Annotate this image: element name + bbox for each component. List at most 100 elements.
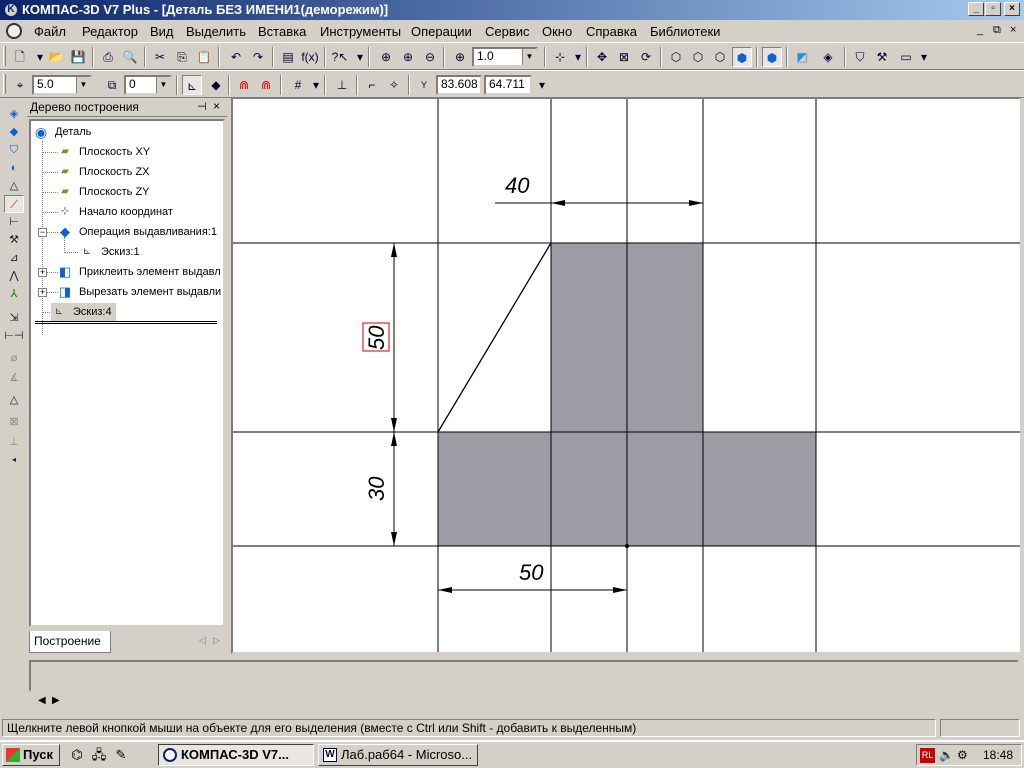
quicklaunch-explorer-icon[interactable]: ⌬ xyxy=(68,746,86,764)
spec-icon[interactable]: ⅄ xyxy=(4,285,24,303)
hidden-thin-icon[interactable]: ⬡ xyxy=(710,47,730,67)
menu-libraries[interactable]: Библиотеки xyxy=(650,24,720,39)
print-icon[interactable]: ⎙ xyxy=(98,47,118,67)
editing-icon[interactable]: ◈ xyxy=(4,105,24,123)
solid-icon[interactable]: ◆ xyxy=(206,75,226,95)
menu-operations[interactable]: Операции xyxy=(411,24,472,39)
document-menu-icon[interactable] xyxy=(6,23,22,39)
tree-header[interactable]: Дерево построения ⊣ × xyxy=(27,97,227,117)
dimension-50-vertical[interactable]: 50 xyxy=(362,243,397,432)
variables-icon[interactable]: f(x) xyxy=(300,47,320,67)
snap-magnet-icon[interactable]: ⋒ xyxy=(234,75,254,95)
pan-icon[interactable]: ✥ xyxy=(592,47,612,67)
dropdown-arrow-icon[interactable]: ▾ xyxy=(306,75,326,95)
maximize-button[interactable]: ▫ xyxy=(985,2,1001,16)
coord-y-field[interactable]: 64.711 xyxy=(484,75,532,95)
close-icon[interactable]: × xyxy=(213,99,220,113)
menu-insert[interactable]: Вставка xyxy=(258,24,306,39)
taskbar-word[interactable]: W Лаб.раб64 - Microso... xyxy=(318,744,478,766)
zoom-out-icon[interactable]: ⊖ xyxy=(420,47,440,67)
chevron-down-icon[interactable]: ▼ xyxy=(156,77,170,93)
hidden-lines-icon[interactable]: ⬡ xyxy=(688,47,708,67)
language-indicator[interactable]: RL xyxy=(920,748,935,763)
tree-node-origin[interactable]: ⊹ Начало координат xyxy=(57,203,173,221)
pin-icon[interactable]: ⊣ xyxy=(197,100,207,113)
dimension-linear-icon[interactable]: ⇲ xyxy=(4,309,24,327)
tree-node-add-extrude[interactable]: ◧ Приклеить элемент выдавл xyxy=(57,263,221,281)
orientation-icon[interactable]: ⊹ xyxy=(550,47,570,67)
mdi-restore-button[interactable]: ⧉ xyxy=(993,24,1001,37)
hatch-tool-icon[interactable]: ⊥ xyxy=(4,433,24,451)
tree-node-plane-xy[interactable]: ▰ Плоскость XY xyxy=(57,143,150,161)
quicklaunch-network-icon[interactable]: 🖧 xyxy=(90,746,108,764)
sketch-svg[interactable]: 40 50 30 50 xyxy=(233,99,1021,653)
model-icon[interactable]: ◈ xyxy=(818,47,838,67)
tree-node-detail[interactable]: ◉ Деталь xyxy=(33,123,92,141)
menu-file[interactable]: Файл xyxy=(34,24,66,39)
print-preview-icon[interactable]: 🔍 xyxy=(120,47,140,67)
toolbar-grip[interactable] xyxy=(3,46,6,66)
minimize-button[interactable]: _ xyxy=(968,2,984,16)
expand-icon[interactable]: + xyxy=(38,288,47,297)
rotate-icon[interactable]: ⟳ xyxy=(636,47,656,67)
mdi-minimize-button[interactable]: _ xyxy=(977,24,983,36)
dimension-angle-icon[interactable]: ∡ xyxy=(4,369,24,387)
grid-icon[interactable]: # xyxy=(288,75,308,95)
dimension-horizontal-icon[interactable]: ⊢⊣ xyxy=(4,327,24,345)
menu-select[interactable]: Выделить xyxy=(186,24,246,39)
volume-icon[interactable]: 🔈 xyxy=(939,748,954,762)
orthogonal-icon[interactable]: ⌐ xyxy=(362,75,382,95)
extrude-tools-icon[interactable]: ◆ xyxy=(4,123,24,141)
screen-icon[interactable]: ▭ xyxy=(896,47,916,67)
tab-construction[interactable]: Построение xyxy=(29,631,111,653)
perspective-icon[interactable]: ◩ xyxy=(792,47,812,67)
open-icon[interactable]: 📂 xyxy=(46,47,66,67)
params-icon[interactable]: ⊿ xyxy=(4,249,24,267)
undo-icon[interactable]: ↶ xyxy=(226,47,246,67)
toolbar-grip[interactable] xyxy=(3,74,6,94)
shaded-edges-icon[interactable]: ⬢ xyxy=(762,47,782,67)
tree-node-plane-zx[interactable]: ▰ Плоскость ZX xyxy=(57,163,149,181)
frame-tool-icon[interactable]: ⊠ xyxy=(4,413,24,431)
start-button[interactable]: Пуск xyxy=(2,744,60,766)
chevron-down-icon[interactable]: ▼ xyxy=(522,49,536,65)
snap-point-icon[interactable]: ✧ xyxy=(384,75,404,95)
save-icon[interactable]: 💾 xyxy=(68,47,88,67)
tools-icon[interactable]: ⚒ xyxy=(872,47,892,67)
layer-combo[interactable]: 0 ▼ xyxy=(124,75,172,95)
sketch-diagonal-line[interactable] xyxy=(437,242,552,433)
dropdown-arrow-icon[interactable]: ▾ xyxy=(914,47,934,67)
dimension-40[interactable]: 40 xyxy=(495,173,703,206)
cut-icon[interactable]: ✂ xyxy=(150,47,170,67)
zoom-combo[interactable]: 1.0 ▼ xyxy=(472,47,538,67)
redo-icon[interactable]: ↷ xyxy=(248,47,268,67)
expand-icon[interactable]: + xyxy=(38,268,47,277)
quicklaunch-tool-icon[interactable]: ✎ xyxy=(112,746,130,764)
menu-tools[interactable]: Инструменты xyxy=(320,24,401,39)
drawing-canvas[interactable]: 40 50 30 50 xyxy=(231,97,1022,654)
zoom-scale-icon[interactable]: ⊕ xyxy=(450,47,470,67)
geometry-icon[interactable]: ⟋ xyxy=(4,195,24,213)
close-button[interactable]: × xyxy=(1004,2,1020,16)
local-coordinates-icon[interactable]: ⊥ xyxy=(332,75,352,95)
chevron-down-icon[interactable]: ◂ xyxy=(4,451,24,469)
dimension-tools-icon[interactable]: ⊢ xyxy=(4,213,24,231)
filter-icon[interactable]: ⛉ xyxy=(850,47,870,67)
auxiliary-geometry-icon[interactable]: ◐ xyxy=(4,159,24,177)
title-bar[interactable]: K КОМПАС-3D V7 Plus - [Деталь БЕЗ ИМЕНИ1… xyxy=(0,0,1024,20)
dimension-30-vertical[interactable]: 30 xyxy=(364,432,438,547)
copy-icon[interactable]: ⎘ xyxy=(172,47,192,67)
tree-node-sketch-1[interactable]: ⊾ Эскиз:1 xyxy=(79,243,140,261)
zoom-in-icon[interactable]: ⊕ xyxy=(376,47,396,67)
cursor-step-icon[interactable]: ⌖ xyxy=(10,75,30,95)
tab-scroll-right-icon[interactable]: ▷ xyxy=(213,635,220,646)
filter-tools-icon[interactable]: ⛉ xyxy=(4,141,24,159)
select-tools-icon[interactable]: ⋀ xyxy=(4,267,24,285)
tree-view[interactable]: ◉ Деталь ▰ Плоскость XY ▰ Плоскость ZX ▰ Пло… xyxy=(29,119,225,627)
properties-icon[interactable]: ▤ xyxy=(278,47,298,67)
sketch-mode-icon[interactable]: ⊾ xyxy=(182,75,202,95)
new-document-icon[interactable]: 🗋 xyxy=(10,47,30,67)
dropdown-arrow-icon[interactable]: ▾ xyxy=(568,47,588,67)
nav-left-icon[interactable]: ◀ xyxy=(38,695,46,706)
wireframe-icon[interactable]: ⬡ xyxy=(666,47,686,67)
